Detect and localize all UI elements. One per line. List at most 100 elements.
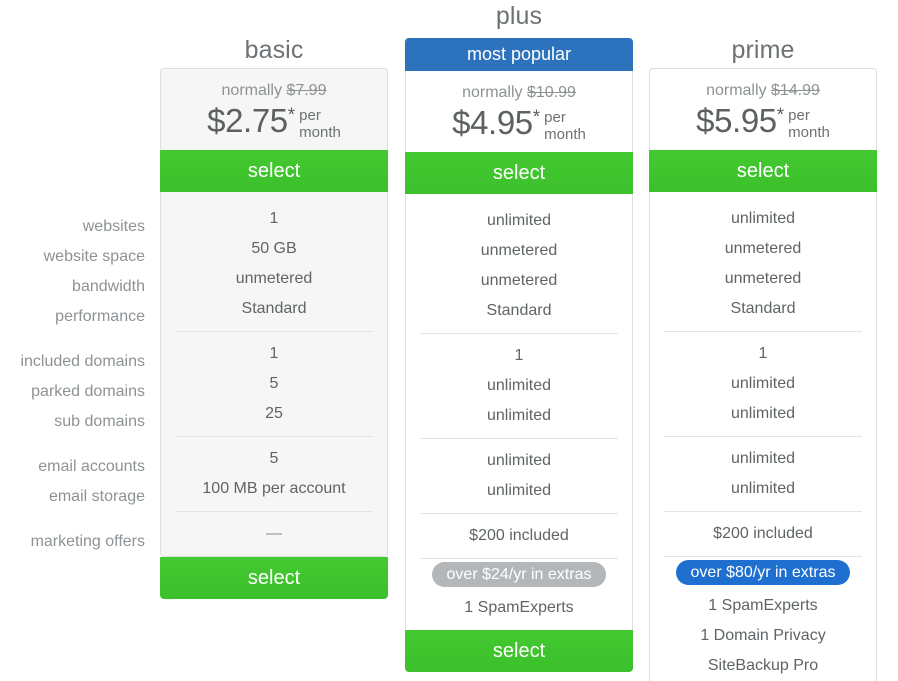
price-period-month: month bbox=[299, 124, 341, 141]
pricing-table: basic plus prime websites website space … bbox=[0, 0, 898, 681]
feature-value: unlimited bbox=[486, 212, 552, 229]
extras-badge-plus: over $24/yr in extras bbox=[431, 562, 607, 587]
price-box-plus: normally $10.99 $4.95 * per month bbox=[405, 71, 633, 152]
price-line-prime: $5.95 * per month bbox=[650, 102, 876, 150]
price-period: per month bbox=[544, 109, 586, 143]
price-line-basic: $2.75 * per month bbox=[161, 102, 387, 150]
select-button-prime-top[interactable]: select bbox=[649, 150, 877, 192]
feature-label-column: websites website space bandwidth perform… bbox=[0, 212, 145, 557]
feature-value: unlimited bbox=[730, 210, 796, 227]
normally-prefix: normally bbox=[221, 82, 282, 99]
feature-group: unlimited unlimited bbox=[664, 436, 862, 511]
feature-value: 1 bbox=[269, 345, 279, 362]
feature-value: Standard bbox=[730, 300, 796, 317]
feature-group: unlimited unlimited bbox=[420, 438, 618, 513]
feature-value: unlimited bbox=[730, 480, 796, 497]
feature-value: unlimited bbox=[486, 452, 552, 469]
feature-value: unmetered bbox=[480, 242, 558, 259]
feature-group: unlimited unmetered unmetered Standard bbox=[406, 194, 632, 333]
extras-item: SiteBackup Pro bbox=[707, 657, 819, 674]
feature-label: bandwidth bbox=[72, 278, 145, 295]
price-asterisk: * bbox=[776, 105, 785, 126]
extras-item: 1 SpamExperts bbox=[708, 597, 818, 614]
price-amount: $5.95 bbox=[696, 102, 777, 139]
extras-group: over $80/yr in extras 1 SpamExperts 1 Do… bbox=[664, 556, 862, 681]
features-plus: unlimited unmetered unmetered Standard 1… bbox=[405, 194, 633, 630]
feature-value: Standard bbox=[486, 302, 552, 319]
normally-amount: $10.99 bbox=[526, 84, 576, 101]
feature-value: unlimited bbox=[730, 375, 796, 392]
feature-value: 50 GB bbox=[251, 240, 297, 257]
feature-label-group: marketing offers bbox=[0, 527, 145, 557]
feature-group: — bbox=[175, 511, 373, 556]
plan-title-plus: plus bbox=[495, 2, 543, 30]
feature-label-group: websites website space bandwidth perform… bbox=[0, 212, 145, 332]
price-box-prime: normally $14.99 $5.95 * per month bbox=[649, 68, 877, 150]
extras-item: 1 Domain Privacy bbox=[700, 627, 826, 644]
feature-value: unmetered bbox=[724, 240, 802, 257]
normally-prefix: normally bbox=[706, 82, 767, 99]
feature-value-empty: — bbox=[266, 525, 282, 542]
feature-label: included domains bbox=[20, 353, 145, 370]
select-button-plus-top[interactable]: select bbox=[405, 152, 633, 194]
price-line-plus: $4.95 * per month bbox=[406, 104, 632, 152]
feature-value: 100 MB per account bbox=[202, 480, 346, 497]
price-box-basic: normally $7.99 $2.75 * per month bbox=[160, 68, 388, 150]
feature-label: website space bbox=[43, 248, 145, 265]
plan-title-prime: prime bbox=[731, 36, 795, 64]
feature-group: 1 5 25 bbox=[175, 331, 373, 436]
feature-label: sub domains bbox=[54, 413, 145, 430]
feature-label: websites bbox=[82, 218, 145, 235]
price-period-month: month bbox=[544, 126, 586, 143]
select-button-basic-bottom[interactable]: select bbox=[160, 557, 388, 599]
feature-group: 1 50 GB unmetered Standard bbox=[161, 192, 387, 331]
most-popular-ribbon: most popular bbox=[405, 38, 633, 71]
feature-value: $200 included bbox=[713, 525, 813, 542]
normally-price-prime: normally $14.99 bbox=[650, 80, 876, 101]
feature-group: 1 unlimited unlimited bbox=[420, 333, 618, 438]
normally-amount: $14.99 bbox=[770, 82, 820, 99]
extras-pill-row: over $24/yr in extras bbox=[420, 559, 618, 593]
price-asterisk: * bbox=[287, 105, 296, 126]
price-amount: $2.75 bbox=[207, 102, 288, 139]
feature-value: unmetered bbox=[480, 272, 558, 289]
feature-group: $200 included bbox=[420, 513, 618, 558]
feature-value: 1 bbox=[758, 345, 768, 362]
price-period-per: per bbox=[788, 107, 810, 124]
select-button-plus-bottom[interactable]: select bbox=[405, 630, 633, 672]
plan-card-prime: normally $14.99 $5.95 * per month select… bbox=[649, 68, 877, 681]
plan-card-basic: normally $7.99 $2.75 * per month select … bbox=[160, 68, 388, 599]
feature-value: 5 bbox=[269, 450, 279, 467]
feature-value: unlimited bbox=[486, 407, 552, 424]
price-asterisk: * bbox=[532, 107, 541, 128]
feature-label-group: email accounts email storage bbox=[0, 452, 145, 512]
normally-prefix: normally bbox=[462, 84, 523, 101]
feature-value: 1 bbox=[269, 210, 279, 227]
feature-value: unlimited bbox=[486, 377, 552, 394]
price-amount: $4.95 bbox=[452, 104, 533, 141]
select-button-basic-top[interactable]: select bbox=[160, 150, 388, 192]
price-period: per month bbox=[788, 107, 830, 141]
